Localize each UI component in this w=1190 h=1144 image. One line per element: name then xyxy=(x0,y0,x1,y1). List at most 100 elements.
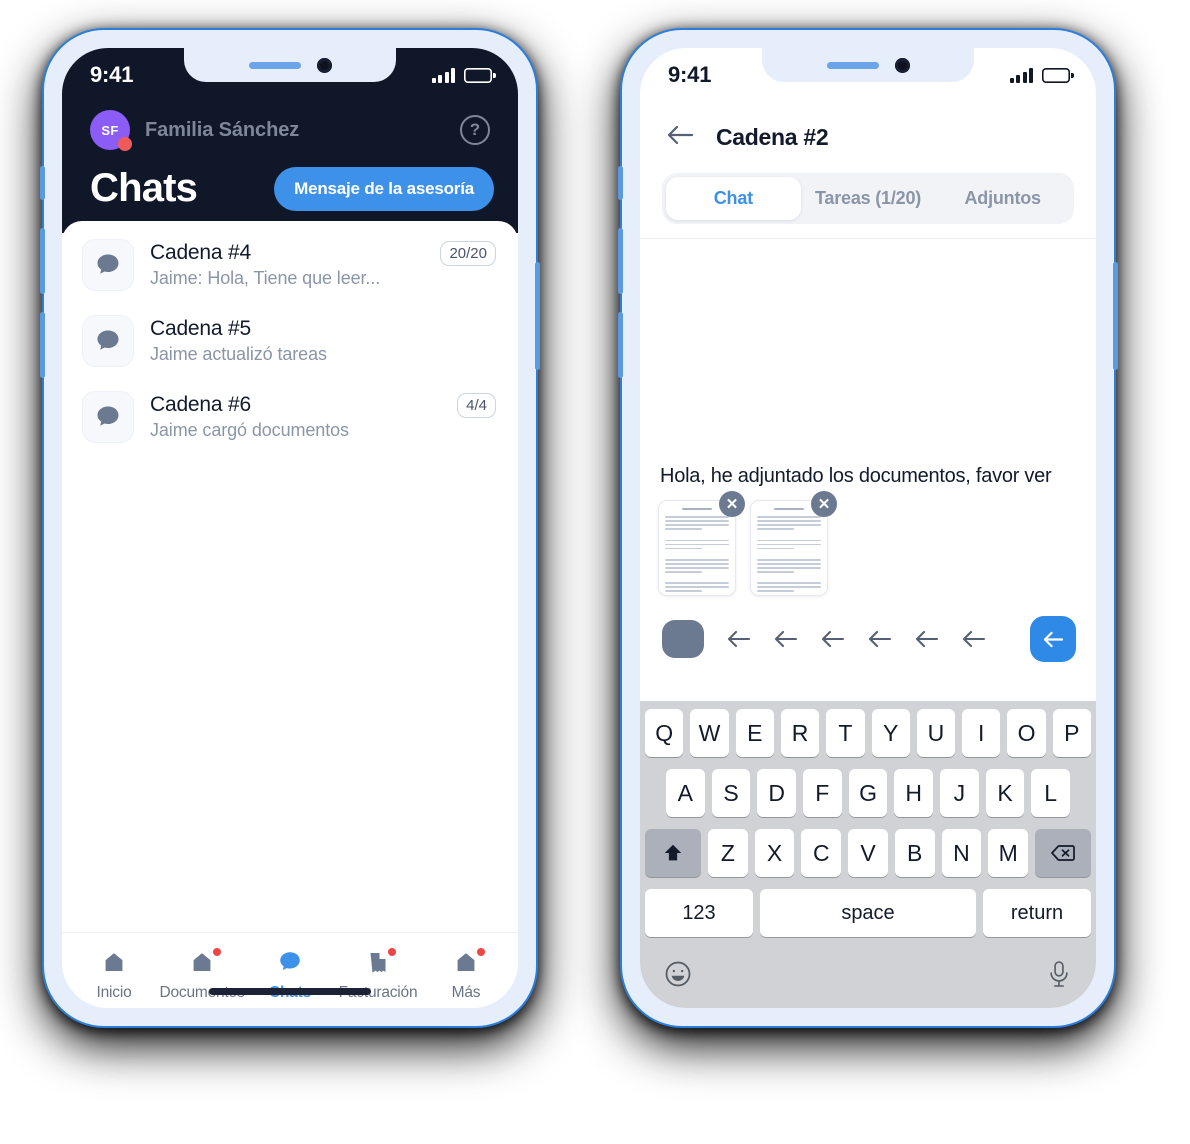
volume-down-button[interactable] xyxy=(40,312,45,378)
key-c[interactable]: C xyxy=(801,829,842,877)
key-r[interactable]: R xyxy=(780,709,820,757)
close-icon[interactable]: ✕ xyxy=(719,491,745,517)
backspace-icon[interactable] xyxy=(1035,829,1092,877)
tab-adjuntos[interactable]: Adjuntos xyxy=(935,177,1070,220)
attachment-list: ✕ ✕ xyxy=(658,491,1078,606)
chat-subtitle: Jaime cargó documentos xyxy=(150,420,349,440)
right-phone-screen: 9:41 Cadena #2 Chat Tareas (1/20) Adjunt… xyxy=(640,48,1096,1008)
sidebar-item-mas[interactable]: Más xyxy=(422,947,510,1002)
home-icon xyxy=(189,947,221,977)
thread-header: Cadena #2 xyxy=(640,102,1096,157)
list-item-texts: Cadena #5 Jaime actualizó tareas xyxy=(150,317,462,365)
arrow-left-icon[interactable] xyxy=(726,629,751,649)
key-o[interactable]: O xyxy=(1007,709,1046,757)
home-icon xyxy=(453,947,485,977)
key-v[interactable]: V xyxy=(848,829,888,877)
on-screen-keyboard: Q W E R T Y U I O P A S D F G H J K L Z … xyxy=(640,701,1096,1008)
key-j[interactable]: J xyxy=(940,769,979,817)
notification-dot xyxy=(388,948,396,956)
list-item[interactable]: Cadena #5 Jaime actualizó tareas xyxy=(62,303,518,379)
message-thread-area xyxy=(640,239,1096,465)
key-i[interactable]: I xyxy=(962,709,1001,757)
arrow-left-icon[interactable] xyxy=(867,629,892,649)
space-key[interactable]: space xyxy=(760,889,976,937)
status-clock: 9:41 xyxy=(90,62,134,87)
key-e[interactable]: E xyxy=(735,709,774,757)
key-u[interactable]: U xyxy=(916,709,956,757)
send-button[interactable] xyxy=(1030,616,1076,662)
key-w[interactable]: W xyxy=(690,709,729,757)
key-f[interactable]: F xyxy=(803,769,842,817)
key-p[interactable]: P xyxy=(1052,709,1091,757)
sidebar-item-inicio[interactable]: Inicio xyxy=(70,947,158,1002)
key-z[interactable]: Z xyxy=(707,829,748,877)
list-item[interactable]: Cadena #6 Jaime cargó documentos 4/4 xyxy=(62,379,518,455)
home-icon xyxy=(101,947,127,977)
chat-title: Cadena #6 xyxy=(150,393,251,416)
keyboard-bottom-row xyxy=(645,949,1091,1008)
chat-subtitle: Jaime: Hola, Tiene que leer... xyxy=(150,268,381,288)
chat-list: Cadena #4 Jaime: Hola, Tiene que leer...… xyxy=(62,221,518,455)
status-indicators xyxy=(431,67,496,83)
key-g[interactable]: G xyxy=(848,769,888,817)
key-t[interactable]: T xyxy=(826,709,865,757)
keyboard-row-1: Q W E R T Y U I O P xyxy=(645,709,1091,757)
volume-up-button[interactable] xyxy=(40,228,45,294)
earpiece-speaker-icon xyxy=(826,61,879,69)
key-l[interactable]: L xyxy=(1031,769,1071,817)
keyboard-row-2: A S D F G H J K L xyxy=(645,769,1091,817)
arrow-left-icon[interactable] xyxy=(961,629,986,649)
return-key[interactable]: return xyxy=(983,889,1091,937)
list-item[interactable]: Cadena #4 Jaime: Hola, Tiene que leer...… xyxy=(62,227,518,303)
power-button[interactable] xyxy=(535,262,540,370)
key-y[interactable]: Y xyxy=(871,709,910,757)
tab-tareas[interactable]: Tareas (1/20) xyxy=(801,177,936,220)
attachment-item[interactable]: ✕ xyxy=(750,491,837,596)
arrow-left-icon[interactable] xyxy=(914,629,939,649)
bottom-tab-bar: Inicio Documentos Facturación Más xyxy=(62,932,518,1008)
organization-name: Familia Sánchez xyxy=(145,118,300,141)
front-camera-icon xyxy=(316,57,332,73)
notification-dot xyxy=(213,948,221,956)
key-b[interactable]: B xyxy=(894,829,935,877)
arrow-left-icon[interactable] xyxy=(773,629,798,649)
tab-chat[interactable]: Chat xyxy=(666,177,801,220)
numbers-key[interactable]: 123 xyxy=(645,889,753,937)
left-phone-screen: 9:41 SF Familia Sánchez ? Chats Mensaje … xyxy=(62,48,518,1008)
page-title: Cadena #2 xyxy=(716,124,829,150)
help-circle-icon[interactable]: ? xyxy=(460,115,490,145)
chat-title: Cadena #4 xyxy=(150,241,251,264)
mute-switch-button[interactable] xyxy=(40,166,45,200)
attachment-item[interactable]: ✕ xyxy=(658,491,745,596)
key-h[interactable]: H xyxy=(894,769,934,817)
arrow-left-icon[interactable] xyxy=(666,124,694,151)
smiley-icon[interactable] xyxy=(663,959,693,994)
volume-up-button[interactable] xyxy=(618,228,623,294)
chat-bubble-icon xyxy=(276,947,304,977)
key-q[interactable]: Q xyxy=(645,709,684,757)
earpiece-speaker-icon xyxy=(248,61,301,69)
microphone-icon[interactable] xyxy=(1045,959,1073,994)
volume-down-button[interactable] xyxy=(618,312,623,378)
key-s[interactable]: S xyxy=(711,769,751,817)
mute-switch-button[interactable] xyxy=(618,166,623,200)
key-x[interactable]: X xyxy=(754,829,795,877)
attachment-pill[interactable] xyxy=(662,620,704,658)
arrow-left-icon[interactable] xyxy=(820,629,845,649)
battery-icon xyxy=(464,68,496,83)
tab-label: Inicio xyxy=(96,984,132,1001)
close-icon[interactable]: ✕ xyxy=(811,491,837,517)
key-k[interactable]: K xyxy=(985,769,1025,817)
status-badge: 4/4 xyxy=(457,393,496,418)
home-indicator[interactable] xyxy=(209,988,371,995)
shift-up-icon[interactable] xyxy=(644,829,701,877)
phone-device-right: 9:41 Cadena #2 Chat Tareas (1/20) Adjunt… xyxy=(618,28,1118,1028)
key-d[interactable]: D xyxy=(757,769,796,817)
avatar[interactable]: SF xyxy=(90,110,132,151)
key-n[interactable]: N xyxy=(941,829,982,877)
key-a[interactable]: A xyxy=(665,769,705,817)
key-m[interactable]: M xyxy=(988,829,1029,877)
power-button[interactable] xyxy=(1113,262,1118,370)
organization-row[interactable]: SF Familia Sánchez ? xyxy=(62,102,518,151)
advisor-message-button[interactable]: Mensaje de la asesoría xyxy=(274,166,494,211)
